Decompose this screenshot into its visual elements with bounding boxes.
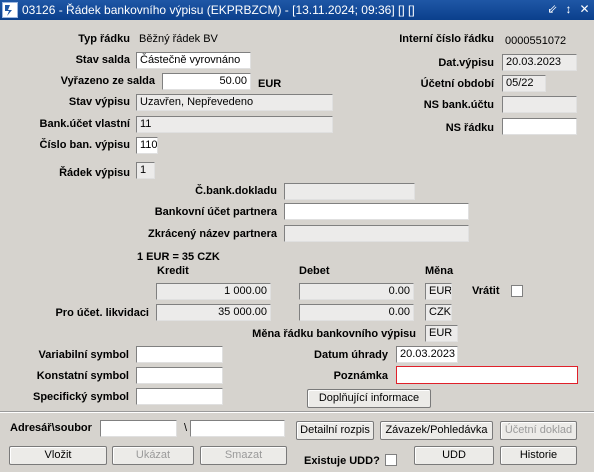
dat-vypisu-field[interactable]: 20.03.2023 — [502, 54, 577, 71]
cislo-ban-vypisu-field[interactable]: 110 — [136, 137, 158, 154]
bankovni-ucet-partnera-field[interactable] — [284, 203, 469, 220]
mena-row2-field[interactable]: CZK — [425, 304, 452, 321]
vyrazeno-label: Vyřazeno ze salda — [60, 75, 155, 87]
adresar-field[interactable] — [100, 420, 177, 437]
typ-radku-value: Běžný řádek BV — [139, 33, 218, 45]
close-icon[interactable]: ✕ — [578, 1, 591, 17]
existuje-udd-label: Existuje UDD? — [304, 455, 380, 467]
stav-vypisu-label: Stav výpisu — [68, 96, 130, 108]
historie-button[interactable]: Historie — [500, 446, 577, 465]
ns-bank-uctu-label: NS bank.účtu — [423, 99, 494, 111]
separator — [0, 411, 594, 413]
variabilni-symbol-label: Variabilní symbol — [38, 349, 129, 361]
c-bank-dokladu-label: Č.bank.dokladu — [195, 185, 277, 197]
exchange-rate-text: 1 EUR = 35 CZK — [137, 251, 220, 263]
debet-row1-field[interactable]: 0.00 — [299, 283, 414, 300]
adresar-soubor-label: Adresář\soubor — [10, 422, 92, 434]
vratit-checkbox[interactable] — [511, 285, 523, 297]
kredit-row2-field[interactable]: 35 000.00 — [156, 304, 271, 321]
mena-header: Měna — [425, 265, 454, 277]
radek-vypisu-label: Řádek výpisu — [59, 167, 130, 179]
mena-radku-label: Měna řádku bankovního výpisu — [252, 328, 416, 340]
dat-vypisu-label: Dat.výpisu — [438, 57, 494, 69]
mena-row1-field[interactable]: EUR — [425, 283, 452, 300]
zkraceny-nazev-field[interactable] — [284, 225, 469, 242]
resize-icon[interactable]: ↕ — [562, 1, 575, 17]
doplnujici-informace-button[interactable]: Doplňující informace — [307, 389, 431, 408]
soubor-field[interactable] — [190, 420, 285, 437]
ucetni-obdobi-label: Účetní období — [420, 78, 494, 90]
debet-row2-field[interactable]: 0.00 — [299, 304, 414, 321]
specificky-symbol-field[interactable] — [136, 388, 223, 405]
vyrazeno-field[interactable]: 50.00 — [162, 73, 251, 90]
konstatni-symbol-field[interactable] — [136, 367, 223, 384]
stav-salda-label: Stav salda — [75, 54, 130, 66]
pro-ucet-likvidaci-label: Pro účet. likvidaci — [55, 307, 149, 319]
datum-uhrady-label: Datum úhrady — [314, 349, 388, 361]
smazat-button[interactable]: Smazat — [200, 446, 287, 465]
detailni-rozpis-button[interactable]: Detailní rozpis — [296, 421, 374, 440]
specificky-symbol-label: Specifický symbol — [33, 391, 129, 403]
udd-button[interactable]: UDD — [414, 446, 494, 465]
bank-ucet-vlastni-field[interactable]: 11 — [136, 116, 333, 133]
ukazat-button[interactable]: Ukázat — [112, 446, 194, 465]
vratit-label: Vrátit — [472, 285, 500, 297]
poznamka-label: Poznámka — [333, 370, 388, 382]
kredit-row1-field[interactable]: 1 000.00 — [156, 283, 271, 300]
radek-vypisu-field[interactable]: 1 — [136, 162, 155, 179]
kredit-header: Kredit — [157, 265, 189, 277]
zkraceny-nazev-label: Zkrácený název partnera — [147, 228, 277, 240]
path-separator: \ — [184, 422, 188, 434]
datum-uhrady-field[interactable]: 20.03.2023 — [396, 346, 458, 363]
zavazek-pohledavka-button[interactable]: Závazek/Pohledávka — [380, 421, 493, 440]
cislo-ban-vypisu-label: Číslo ban. výpisu — [39, 139, 130, 151]
c-bank-dokladu-field[interactable] — [284, 183, 415, 200]
ns-bank-uctu-field[interactable] — [502, 96, 577, 113]
interni-cislo-label: Interní číslo řádku — [399, 33, 494, 45]
ucetni-obdobi-field[interactable]: 05/22 — [502, 75, 546, 92]
ns-radku-field[interactable] — [502, 118, 577, 135]
variabilni-symbol-field[interactable] — [136, 346, 223, 363]
title-bar: 03126 - Řádek bankovního výpisu (EKPRBZC… — [0, 0, 594, 20]
existuje-udd-checkbox[interactable] — [385, 454, 397, 466]
bank-ucet-vlastni-label: Bank.účet vlastní — [39, 118, 130, 130]
vyrazeno-currency: EUR — [258, 78, 282, 90]
vlozit-button[interactable]: Vložit — [9, 446, 107, 465]
typ-radku-label: Typ řádku — [78, 33, 130, 45]
mena-radku-field[interactable]: EUR — [425, 325, 458, 342]
bankovni-ucet-partnera-label: Bankovní účet partnera — [154, 206, 277, 218]
stav-salda-field[interactable]: Částečně vyrovnáno — [136, 52, 251, 69]
interni-cislo-value: 0000551072 — [505, 35, 567, 47]
konstatni-symbol-label: Konstatní symbol — [36, 370, 129, 382]
restore-icon[interactable]: ⇙ — [546, 1, 559, 17]
window-title: 03126 - Řádek bankovního výpisu (EKPRBZC… — [22, 3, 415, 17]
stav-vypisu-field[interactable]: Uzavřen, Nepřevedeno — [136, 94, 333, 111]
app-icon — [2, 2, 18, 18]
ucetni-doklad-button[interactable]: Účetní doklad — [500, 421, 577, 440]
poznamka-field[interactable] — [396, 366, 578, 384]
debet-header: Debet — [299, 265, 330, 277]
ns-radku-label: NS řádku — [445, 122, 494, 134]
